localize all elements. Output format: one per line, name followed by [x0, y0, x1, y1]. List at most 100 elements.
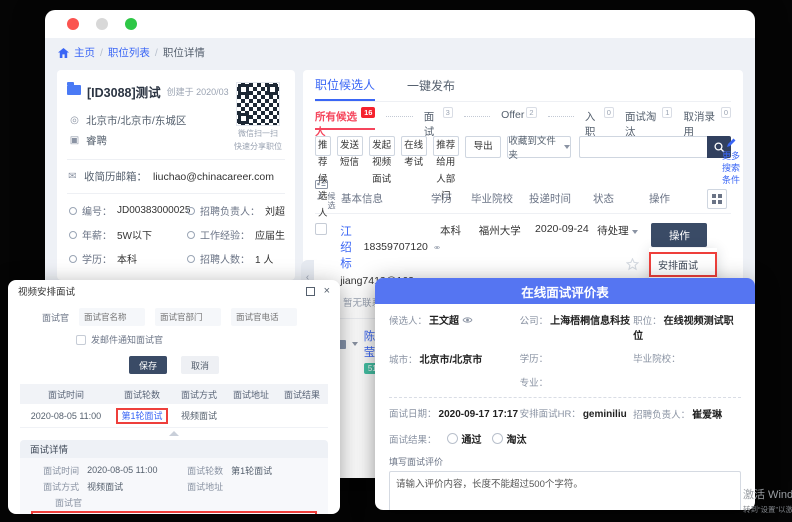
candidate-apply-date: 2020-09-24 — [535, 223, 597, 235]
more-search-conditions[interactable]: 更多搜索条件 — [719, 138, 743, 186]
chevron-down-icon[interactable] — [352, 342, 358, 346]
eye-icon[interactable] — [462, 316, 473, 324]
export-button[interactable]: 导出 — [465, 136, 502, 158]
row-checkbox[interactable] — [315, 223, 327, 235]
salary-label: 年薪： — [82, 227, 112, 242]
grid-icon — [712, 194, 722, 204]
city-label: 城市： — [389, 355, 418, 366]
candidate-table-header: 候选人 基本信息 学历 毕业院校 投递时间 状态 操作 — [315, 184, 731, 214]
desktop: 主页 / 职位列表 / 职位详情 [ID3088]测试 创建于 2020/03 — [0, 0, 792, 522]
breadcrumb-job-list[interactable]: 职位列表 — [108, 45, 150, 60]
count-badge: 3 — [443, 107, 453, 118]
detail-method-label: 面试方式 — [30, 480, 79, 493]
location-pin-icon: ◎ — [69, 111, 80, 131]
stage-interview-rejected[interactable]: 面试淘汰1 — [625, 102, 673, 130]
expand-dialog-icon[interactable] — [306, 287, 315, 296]
round-1-link[interactable]: 第1轮面试 — [119, 411, 164, 421]
dialog-title: 视频安排面试 — [18, 284, 75, 298]
save-to-folder-dropdown[interactable]: 收藏到文件夹 — [507, 136, 571, 158]
field-icon — [69, 231, 77, 239]
detail-time-label: 面试时间 — [30, 464, 79, 477]
qr-caption-line2: 快速分享职位 — [229, 142, 287, 152]
interviewer-name-input[interactable] — [79, 308, 145, 326]
maximize-window-button[interactable] — [125, 18, 137, 30]
candidate-status-dropdown[interactable]: 待处理 — [597, 223, 651, 238]
stage-all-candidates[interactable]: 所有候选人16 — [315, 102, 375, 130]
position-label: 职位： — [633, 316, 662, 327]
send-sms-button[interactable]: 发送短信 — [337, 136, 363, 156]
column-settings-button[interactable] — [707, 189, 727, 209]
close-dialog-icon[interactable]: × — [324, 285, 330, 297]
home-icon — [58, 48, 69, 58]
pass-radio[interactable] — [447, 433, 458, 444]
candidate-school: 福州大学 — [479, 223, 535, 238]
evaluation-textarea[interactable] — [389, 471, 741, 510]
field-icon — [69, 207, 77, 215]
stage-interview[interactable]: 面试3 — [424, 102, 453, 130]
interviewer-dept-input[interactable] — [155, 308, 221, 326]
stage-separator — [548, 116, 574, 117]
tab-one-key-publish[interactable]: 一键发布 — [407, 70, 455, 101]
minimize-window-button[interactable] — [96, 18, 108, 30]
chevron-down-icon — [564, 145, 570, 149]
close-window-button[interactable] — [67, 18, 79, 30]
header-apply-date: 投递时间 — [529, 191, 593, 206]
notify-interviewer-checkbox[interactable] — [76, 335, 86, 345]
star-icon[interactable] — [626, 258, 639, 271]
header-interview-method: 面试方式 — [172, 388, 226, 401]
cancel-button[interactable]: 取消 — [181, 356, 219, 374]
stage-separator — [386, 116, 412, 117]
detail-round-label: 面试轮数 — [174, 464, 223, 477]
tab-job-candidates[interactable]: 职位候选人 — [315, 70, 375, 101]
row-action-button[interactable]: 操作 — [651, 223, 707, 247]
owner-value: 崔爱琳 — [692, 410, 722, 421]
job-created-date: 创建于 2020/03 — [167, 85, 229, 98]
candidate-search-input[interactable] — [579, 136, 707, 158]
interview-round-row: 2020-08-05 11:00 第1轮面试 视频面试 — [20, 404, 328, 428]
header-interview-time: 面试时间 — [20, 388, 112, 401]
recommend-candidate-button[interactable]: 推荐候选人 — [315, 136, 331, 156]
stage-onboard[interactable]: 入职0 — [585, 102, 614, 130]
save-button[interactable]: 保存 — [129, 356, 167, 374]
interviewer-phone-input[interactable] — [231, 308, 297, 326]
titlebar — [45, 10, 755, 38]
count-badge: 0 — [604, 107, 614, 118]
interview-rounds-table: 面试时间 面试轮数 面试方式 面试地址 面试结果 2020-08-05 11:0… — [20, 384, 328, 436]
count-badge: 16 — [361, 107, 375, 118]
field-icon — [187, 231, 195, 239]
header-action: 操作 — [649, 191, 707, 206]
refer-to-department-button[interactable]: 推荐给用人部门 — [433, 136, 459, 156]
degree-label: 学历： — [520, 354, 549, 365]
detail-method-value: 视频面试 — [87, 480, 174, 493]
start-video-interview-button[interactable]: 发起视频面试 — [369, 136, 395, 156]
company-value: 上海梧桐信息科技 — [550, 316, 630, 327]
stage-tabs: 所有候选人16 面试3 Offer2 入职0 面试淘汰1 取消录用0 — [315, 102, 731, 130]
fail-label: 淘汰 — [507, 431, 527, 446]
job-number-value: JD00383000025 — [117, 205, 190, 216]
folder-icon — [67, 85, 81, 95]
fail-radio[interactable] — [492, 433, 503, 444]
interviewer-feedback-label: 面试官反馈 — [32, 513, 84, 515]
stage-offer[interactable]: Offer2 — [501, 102, 536, 130]
eye-icon[interactable] — [434, 243, 440, 252]
breadcrumb-home[interactable]: 主页 — [74, 45, 95, 60]
online-exam-button[interactable]: 在线考试 — [401, 136, 427, 156]
collapse-icon[interactable] — [169, 431, 179, 436]
resume-email: liuchao@chinacareer.com — [153, 171, 274, 183]
stage-offer-cancelled[interactable]: 取消录用0 — [683, 102, 731, 130]
field-icon — [187, 207, 195, 215]
experience-label: 工作经验： — [200, 227, 250, 242]
interview-detail-title: 面试详情 — [20, 440, 328, 458]
field-icon — [69, 255, 77, 263]
header-interview-result: 面试结果 — [276, 388, 328, 401]
salary-value: 5W以下 — [117, 227, 152, 242]
breadcrumb: 主页 / 职位列表 / 职位详情 — [45, 38, 755, 60]
detail-round-value: 第1轮面试 — [231, 464, 318, 477]
interviewer-label: 面试官 — [42, 311, 69, 324]
job-number-label: 编号： — [82, 203, 112, 218]
interview-date-label: 面试日期： — [389, 409, 437, 420]
menu-item-schedule-interview[interactable]: 安排面试 — [650, 253, 716, 276]
header-interview-round: 面试轮数 — [112, 388, 172, 401]
candidate-name-link[interactable]: 江绍标 — [340, 223, 357, 271]
result-label: 面试结果： — [389, 432, 437, 446]
